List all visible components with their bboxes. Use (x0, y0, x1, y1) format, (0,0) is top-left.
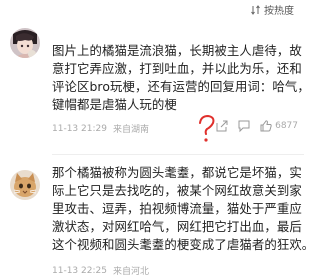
avatar[interactable] (10, 28, 40, 58)
sort-icon (251, 4, 260, 15)
comment-text: 图片上的橘猫是流浪猫，长期被主人虐待，故 意打它弄应激，打到吐血，并以此为乐，还… (52, 42, 310, 114)
comment-line: 意打它弄应激，打到吐血，并以此为乐，还和 (52, 61, 302, 76)
comment-line: 键帽都是虐猫人玩的梗 (52, 97, 177, 112)
like-button[interactable]: 6877 (259, 119, 298, 133)
like-count: 6877 (275, 121, 298, 131)
comment-meta: 11-13 22:25 来自河北 (52, 264, 149, 278)
comment-line: 图片上的橘猫是流浪猫，长期被主人虐待，故 (52, 43, 302, 58)
comment-time: 11-13 21:29 (52, 123, 107, 134)
thumbs-up-icon (260, 120, 272, 132)
comment-line: 那个橘猫被称为圆头耄耋，都说它是坏猫，实 (52, 165, 302, 180)
share-icon (216, 120, 228, 132)
comment-location: 来自湖南 (112, 125, 149, 135)
comment-line: 评论区bro玩梗，还有运营的回复用词：哈气， (52, 79, 310, 94)
comment-line: 这个视频和圆头耄耋的梗变成了虐猫者的狂欢。 (52, 237, 315, 252)
comment-line: 际上它只是去找吃的，被某个网红故意关到家 (52, 183, 302, 198)
comment-line: 激状态，对网红哈气，网红把它打出血，最后 (52, 219, 302, 234)
comment-item: 图片上的橘猫是流浪猫，长期被主人虐待，故 意打它弄应激，打到吐血，并以此为乐，还… (0, 20, 310, 154)
avatar-image (10, 28, 40, 58)
comment-actions: 6877 (215, 119, 298, 133)
avatar-image (10, 170, 40, 200)
comment-line: 里攻击、逗弄，拍视频博流量，猫处于严重应 (52, 201, 302, 216)
sort-label: 按热度 (264, 6, 294, 17)
comment-icon (238, 120, 250, 133)
sort-by-hot-button[interactable]: 按热度 (250, 2, 294, 17)
avatar[interactable] (10, 170, 40, 200)
comment-reply-button[interactable] (237, 119, 251, 133)
comment-item: 那个橘猫被称为圆头耄耋，都说它是坏猫，实 际上它只是去找吃的，被某个网红故意关到… (0, 160, 315, 280)
comment-meta: 11-13 21:29 来自湖南 (52, 122, 149, 136)
comment-location: 来自河北 (112, 267, 149, 277)
comment-divider (52, 154, 304, 155)
comment-sort-bar: 按热度 (0, 0, 304, 20)
comment-time: 11-13 22:25 (52, 265, 107, 276)
comment-text: 那个橘猫被称为圆头耄耋，都说它是坏猫，实 际上它只是去找吃的，被某个网红故意关到… (52, 164, 315, 254)
share-button[interactable] (215, 119, 229, 133)
